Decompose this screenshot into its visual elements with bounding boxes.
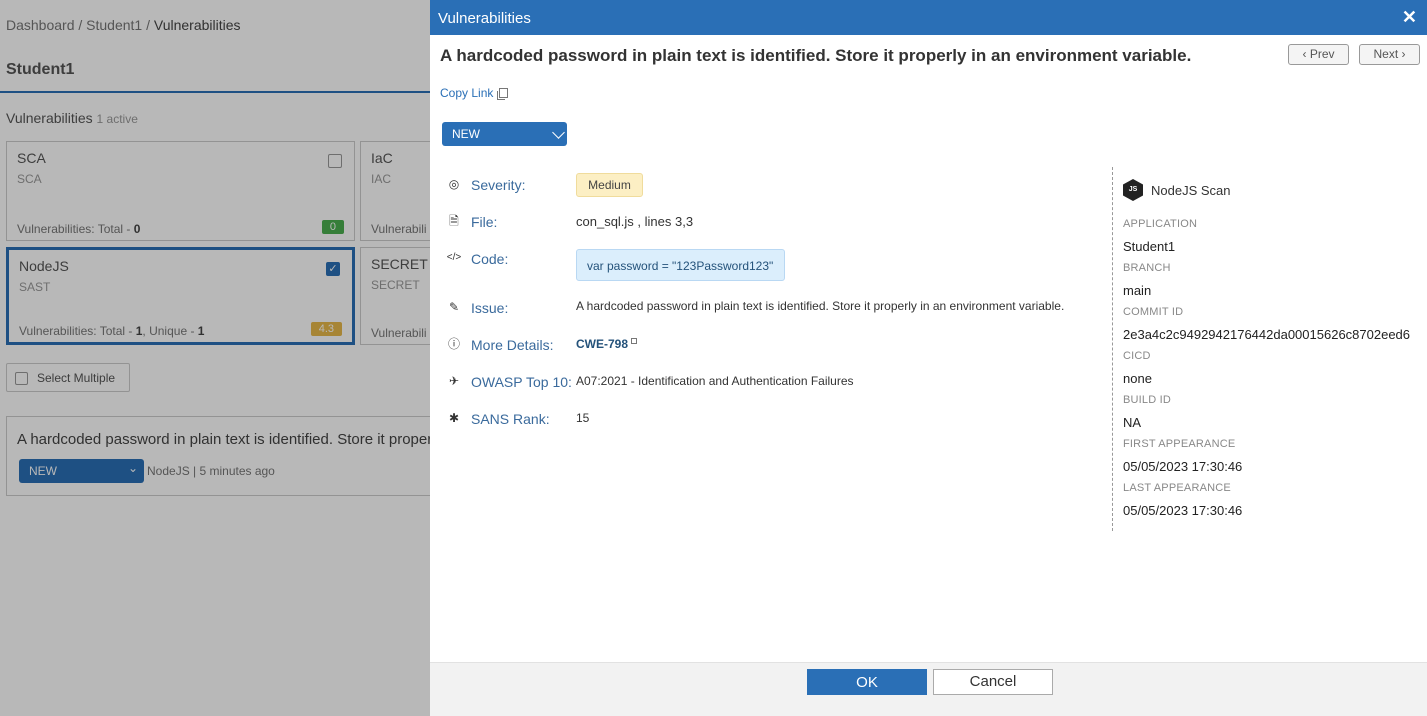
prev-button[interactable]: ‹ Prev <box>1288 44 1349 65</box>
more-details-value[interactable]: CWE-798 <box>576 337 638 351</box>
vulnerability-title: A hardcoded password in plain text is id… <box>440 46 1192 65</box>
more-details-label: More Details: <box>471 337 554 353</box>
copy-icon <box>497 88 509 100</box>
code-icon: </> <box>446 252 462 263</box>
edit-document-icon: ✎ <box>448 300 460 314</box>
first-appearance-label: FIRST APPEARANCE <box>1123 438 1236 450</box>
sans-value: 15 <box>576 411 590 425</box>
vertical-divider <box>1112 167 1113 531</box>
last-appearance-label: LAST APPEARANCE <box>1123 482 1231 494</box>
severity-badge: Medium <box>576 173 643 197</box>
branch-label: BRANCH <box>1123 262 1171 274</box>
file-label: File: <box>471 214 498 230</box>
copy-link[interactable]: Copy Link <box>440 86 509 100</box>
code-label: Code: <box>471 251 509 267</box>
chevron-down-icon <box>552 126 565 139</box>
status-select[interactable]: NEW <box>442 122 567 146</box>
owasp-value: A07:2021 - Identification and Authentica… <box>576 374 854 388</box>
bug-icon: ✱ <box>448 411 460 425</box>
scan-name: NodeJS Scan <box>1151 183 1231 198</box>
modal-header: Vulnerabilities ✕ <box>430 0 1427 35</box>
issue-value: A hardcoded password in plain text is id… <box>576 299 1065 313</box>
build-label: BUILD ID <box>1123 394 1172 406</box>
file-value: con_sql.js , lines 3,3 <box>576 214 694 229</box>
build-value: NA <box>1123 415 1142 430</box>
nodejs-icon: JS <box>1123 179 1143 201</box>
commit-label: COMMIT ID <box>1123 306 1184 318</box>
first-appearance-value: 05/05/2023 17:30:46 <box>1123 459 1243 474</box>
last-appearance-value: 05/05/2023 17:30:46 <box>1123 503 1243 518</box>
plane-icon: ✈ <box>448 374 460 388</box>
ok-button[interactable]: OK <box>807 669 927 695</box>
vulnerability-modal: Vulnerabilities ✕ A hardcoded password i… <box>430 0 1427 716</box>
cicd-label: CICD <box>1123 350 1151 362</box>
branch-value: main <box>1123 283 1152 298</box>
sans-label: SANS Rank: <box>471 411 550 427</box>
application-label: APPLICATION <box>1123 218 1198 230</box>
close-icon[interactable]: ✕ <box>1402 7 1417 28</box>
cwe-link[interactable]: CWE-798 <box>576 337 628 351</box>
modal-header-title: Vulnerabilities <box>438 10 531 27</box>
copy-link-label: Copy Link <box>440 86 494 100</box>
application-value: Student1 <box>1123 239 1176 254</box>
cicd-value: none <box>1123 371 1152 386</box>
severity-label: Severity: <box>471 177 526 193</box>
info-icon: ⓘ <box>447 337 460 351</box>
modal-footer: OK Cancel <box>430 662 1427 716</box>
external-link-icon <box>631 338 638 344</box>
next-button[interactable]: Next › <box>1359 44 1420 65</box>
owasp-label: OWASP Top 10: <box>471 374 572 390</box>
file-icon: 🗎 <box>449 214 459 228</box>
issue-label: Issue: <box>471 300 509 316</box>
code-snippet: var password = "123Password123" <box>576 249 785 281</box>
commit-value: 2e3a4c2c9492942176442da00015626c8702eed6 <box>1123 327 1411 342</box>
gauge-icon: ◎ <box>448 177 460 191</box>
cancel-button[interactable]: Cancel <box>933 669 1053 695</box>
status-value: NEW <box>452 127 480 141</box>
